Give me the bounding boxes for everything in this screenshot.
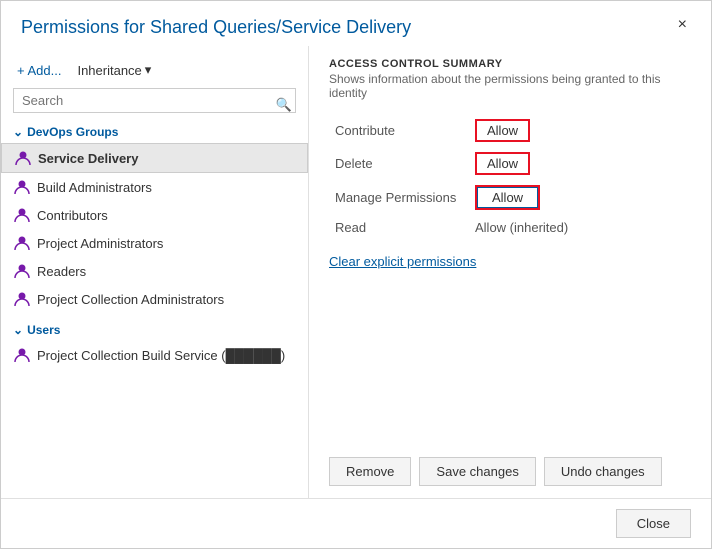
access-control-title: ACCESS CONTROL SUMMARY bbox=[329, 58, 691, 70]
chevron-down-icon: ⌄ bbox=[13, 125, 23, 139]
users-label: ⌄ Users bbox=[1, 319, 308, 341]
chevron-down-icon: ⌄ bbox=[13, 323, 23, 337]
dialog-body: + Add... Inheritance ▾ 🔍 ⌄ DevOps Groups bbox=[1, 46, 711, 498]
permission-row-manage: Manage Permissions Allow bbox=[329, 180, 691, 215]
search-icon-button[interactable]: 🔍 bbox=[276, 97, 292, 113]
action-buttons: Remove Save changes Undo changes bbox=[329, 457, 691, 486]
perm-value-delete: Allow bbox=[469, 147, 691, 180]
perm-name-read: Read bbox=[329, 215, 469, 240]
item-label: Readers bbox=[37, 264, 86, 279]
dialog-footer: Close bbox=[1, 498, 711, 548]
perm-value-manage: Allow bbox=[469, 180, 691, 215]
item-label: Project Collection Administrators bbox=[37, 292, 224, 307]
access-control-description: Shows information about the permissions … bbox=[329, 72, 691, 100]
allow-value-delete: Allow bbox=[477, 154, 528, 173]
search-container: 🔍 bbox=[1, 88, 308, 121]
group-avatar-icon bbox=[13, 290, 31, 308]
save-changes-button[interactable]: Save changes bbox=[419, 457, 535, 486]
users-list: Project Collection Build Service (██████… bbox=[1, 341, 308, 369]
group-avatar-icon bbox=[13, 178, 31, 196]
right-panel: ACCESS CONTROL SUMMARY Shows information… bbox=[309, 46, 711, 498]
permission-row-read: Read Allow (inherited) bbox=[329, 215, 691, 240]
dialog-header: Permissions for Shared Queries/Service D… bbox=[1, 1, 711, 46]
list-item[interactable]: Project Collection Administrators bbox=[1, 285, 308, 313]
list-item[interactable]: Service Delivery bbox=[1, 143, 308, 173]
devops-groups-list: Service Delivery Build Administrators Co… bbox=[1, 143, 308, 313]
list-item[interactable]: Project Collection Build Service (██████… bbox=[1, 341, 308, 369]
user-avatar-icon bbox=[13, 346, 31, 364]
add-button[interactable]: + Add... bbox=[13, 61, 65, 80]
item-label: Service Delivery bbox=[38, 151, 138, 166]
permission-row-delete: Delete Allow bbox=[329, 147, 691, 180]
inheritance-label: Inheritance bbox=[77, 63, 141, 78]
left-panel: + Add... Inheritance ▾ 🔍 ⌄ DevOps Groups bbox=[1, 46, 309, 498]
allow-value-contribute: Allow bbox=[477, 121, 528, 140]
dialog-title: Permissions for Shared Queries/Service D… bbox=[21, 17, 411, 38]
permissions-table: Contribute Allow Delete Allow bbox=[329, 114, 691, 240]
item-label: Contributors bbox=[37, 208, 108, 223]
group-avatar-icon bbox=[13, 206, 31, 224]
list-item[interactable]: Project Administrators bbox=[1, 229, 308, 257]
permissions-dialog: Permissions for Shared Queries/Service D… bbox=[0, 0, 712, 549]
clear-explicit-permissions-link[interactable]: Clear explicit permissions bbox=[329, 254, 691, 269]
item-label: Project Collection Build Service (██████… bbox=[37, 348, 285, 363]
search-input[interactable] bbox=[13, 88, 296, 113]
group-avatar-icon bbox=[13, 234, 31, 252]
perm-name-manage: Manage Permissions bbox=[329, 180, 469, 215]
perm-name-contribute: Contribute bbox=[329, 114, 469, 147]
undo-changes-button[interactable]: Undo changes bbox=[544, 457, 662, 486]
allow-value-manage: Allow bbox=[477, 187, 538, 208]
devops-groups-label: ⌄ DevOps Groups bbox=[1, 121, 308, 143]
permission-row-contribute: Contribute Allow bbox=[329, 114, 691, 147]
close-dialog-button[interactable]: Close bbox=[616, 509, 691, 538]
group-avatar-icon bbox=[13, 262, 31, 280]
perm-value-contribute: Allow bbox=[469, 114, 691, 147]
list-item[interactable]: Contributors bbox=[1, 201, 308, 229]
list-item[interactable]: Build Administrators bbox=[1, 173, 308, 201]
toolbar: + Add... Inheritance ▾ bbox=[1, 56, 308, 88]
inheritance-button[interactable]: Inheritance ▾ bbox=[73, 60, 155, 80]
group-avatar-icon bbox=[14, 149, 32, 167]
inherited-value-read: Allow (inherited) bbox=[475, 220, 568, 235]
perm-value-read: Allow (inherited) bbox=[469, 215, 691, 240]
close-x-button[interactable]: × bbox=[674, 17, 691, 33]
item-label: Project Administrators bbox=[37, 236, 163, 251]
search-icon: 🔍 bbox=[276, 97, 292, 112]
item-label: Build Administrators bbox=[37, 180, 152, 195]
chevron-down-icon: ▾ bbox=[145, 62, 152, 78]
list-item[interactable]: Readers bbox=[1, 257, 308, 285]
remove-button[interactable]: Remove bbox=[329, 457, 411, 486]
perm-name-delete: Delete bbox=[329, 147, 469, 180]
